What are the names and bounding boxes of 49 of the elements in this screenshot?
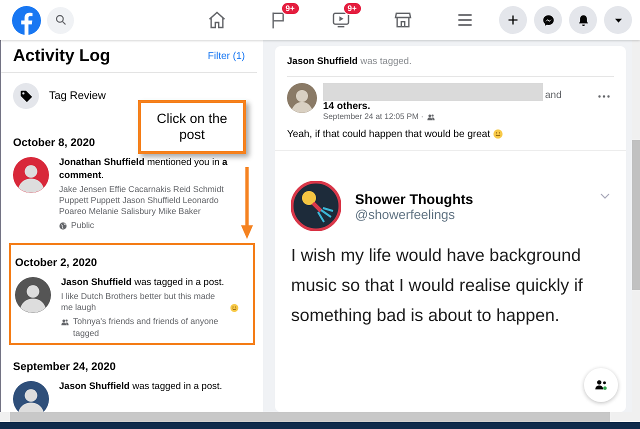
notification-badge: 9+ [342, 2, 362, 15]
post-excerpt: I like Dutch Brothers better but this made me laugh [61, 291, 216, 314]
messenger-icon [542, 14, 554, 26]
plus-icon [507, 14, 519, 26]
date-heading: September 24, 2020 [13, 361, 116, 374]
post-text: Yeah, if that could happen that would be great [287, 129, 490, 140]
more-icon[interactable] [598, 95, 610, 98]
date-heading: October 8, 2020 [13, 137, 95, 149]
account-name: Shower Thoughts [355, 190, 474, 206]
messenger-button[interactable] [534, 6, 562, 34]
logo-icon[interactable] [12, 6, 41, 34]
scrollbar[interactable] [632, 40, 640, 412]
account-handle: @showerfeelings [355, 206, 455, 222]
create-button[interactable] [499, 6, 527, 34]
activity-text[interactable]: Jason Shuffield was tagged in a post. [61, 277, 239, 290]
post-time[interactable]: September 24 at 12:05 PM · [323, 112, 424, 121]
search-button[interactable] [47, 6, 74, 34]
friends-icon [61, 318, 69, 326]
contacts-icon [594, 378, 608, 392]
filter-link[interactable]: Filter (1) [208, 50, 245, 62]
tag-icon [19, 89, 33, 103]
callout-box: Click on the post [138, 100, 246, 154]
author-text: and [545, 90, 562, 101]
video-icon[interactable] [330, 10, 350, 30]
others-link[interactable]: 14 others. [323, 101, 592, 112]
home-icon[interactable] [206, 10, 226, 30]
audience-label: Public [71, 220, 94, 232]
date-heading: October 2, 2020 [15, 257, 97, 270]
audience-label: Tohnya's friends and friends of anyone tagged [73, 316, 220, 340]
activity-text[interactable]: Jonathan Shuffield mentioned you in a comment. [59, 157, 241, 183]
notifications-button[interactable] [569, 6, 597, 34]
search-icon [54, 14, 66, 26]
chevron-icon [600, 193, 610, 199]
panel-title: Activity Log [13, 46, 110, 66]
account-menu-button[interactable] [604, 6, 632, 34]
notification-badge: 9+ [280, 2, 300, 15]
activity-text[interactable]: Jason Shuffield was tagged in a post. [59, 381, 222, 394]
avatar-icon [15, 277, 51, 314]
friends-icon [426, 112, 434, 120]
store-icon[interactable] [392, 10, 412, 30]
post-excerpt: Jake Jensen Effie Cacarnakis Reid Schmidt Puppett Puppett Jason Shuffield Leonardo Poareo Melanie Salisbury Mike Baker [59, 184, 225, 217]
avatar-icon [291, 181, 341, 231]
tweet-text: I wish my life would have background music so that I would realise quickly if something bad is about to happen. [291, 244, 584, 327]
avatar-icon [287, 83, 317, 113]
bell-icon [576, 14, 590, 26]
avatar-icon [13, 157, 49, 193]
horizontal-scrollbar[interactable] [0, 412, 640, 422]
tag-summary: Jason Shuffield was tagged. [287, 56, 614, 77]
globe-icon [59, 222, 67, 230]
